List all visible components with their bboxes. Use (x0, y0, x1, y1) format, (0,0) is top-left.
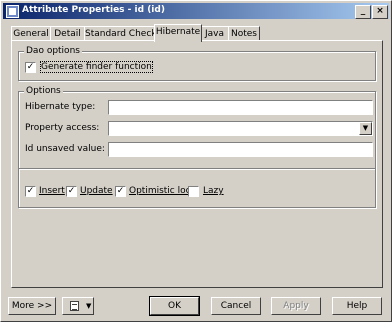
optimistic-lock-checkbox[interactable]: ✓ (115, 186, 126, 197)
options-divider (19, 168, 375, 170)
dao-options-legend: Dao options (24, 46, 82, 56)
ok-button[interactable]: OK (149, 296, 200, 316)
apply-button[interactable]: Apply (271, 297, 321, 315)
property-access-label: Property access: (25, 123, 100, 133)
cancel-button[interactable]: Cancel (211, 297, 261, 315)
generate-finder-label[interactable]: Generate finder function (40, 61, 153, 73)
tab-general[interactable]: General (11, 26, 51, 41)
tab-detail[interactable]: Detail (50, 26, 85, 41)
tab-standard-checks[interactable]: Standard Checks (84, 26, 161, 41)
update-label[interactable]: Update (80, 186, 113, 196)
optimistic-lock-label[interactable]: Optimistic lock (129, 186, 196, 196)
insert-label[interactable]: Insert (39, 186, 65, 196)
help-button[interactable]: Help (332, 297, 382, 315)
id-unsaved-value-label: Id unsaved value: (25, 144, 105, 154)
chevron-down-icon[interactable]: ▼ (359, 122, 372, 135)
tab-notes[interactable]: Notes (228, 26, 260, 41)
id-unsaved-value-input[interactable] (108, 142, 373, 157)
hibernate-type-input[interactable] (108, 100, 373, 115)
dao-options-group: Dao options ✓ Generate finder function (18, 46, 376, 81)
tab-hibernate[interactable]: Hibernate (154, 24, 202, 42)
document-menu-button[interactable]: ▼ (62, 297, 94, 315)
lazy-checkbox[interactable] (188, 186, 199, 197)
window-title: Attribute Properties - id (id) (22, 5, 165, 15)
tab-java[interactable]: Java (200, 26, 229, 41)
hibernate-type-label: Hibernate type: (25, 102, 96, 112)
generate-finder-checkbox[interactable]: ✓ (25, 62, 36, 73)
close-button[interactable]: × (372, 5, 388, 19)
attribute-properties-dialog: Attribute Properties - id (id) _ × Gener… (0, 0, 392, 322)
more-button[interactable]: More >> (8, 297, 56, 315)
options-legend: Options (24, 86, 63, 96)
lazy-label[interactable]: Lazy (203, 186, 224, 196)
options-group: Options Hibernate type: Property access:… (18, 86, 376, 208)
hibernate-tab-panel: Dao options ✓ Generate finder function O… (11, 40, 383, 288)
minimize-button[interactable]: _ (355, 5, 371, 19)
update-checkbox[interactable]: ✓ (66, 186, 77, 197)
chevron-down-icon: ▼ (86, 302, 92, 310)
title-bar[interactable]: Attribute Properties - id (id) _ × (3, 3, 389, 19)
property-access-select[interactable]: ▼ (108, 121, 373, 136)
window-icon (6, 5, 19, 18)
document-icon (70, 301, 79, 311)
insert-checkbox[interactable]: ✓ (25, 186, 36, 197)
